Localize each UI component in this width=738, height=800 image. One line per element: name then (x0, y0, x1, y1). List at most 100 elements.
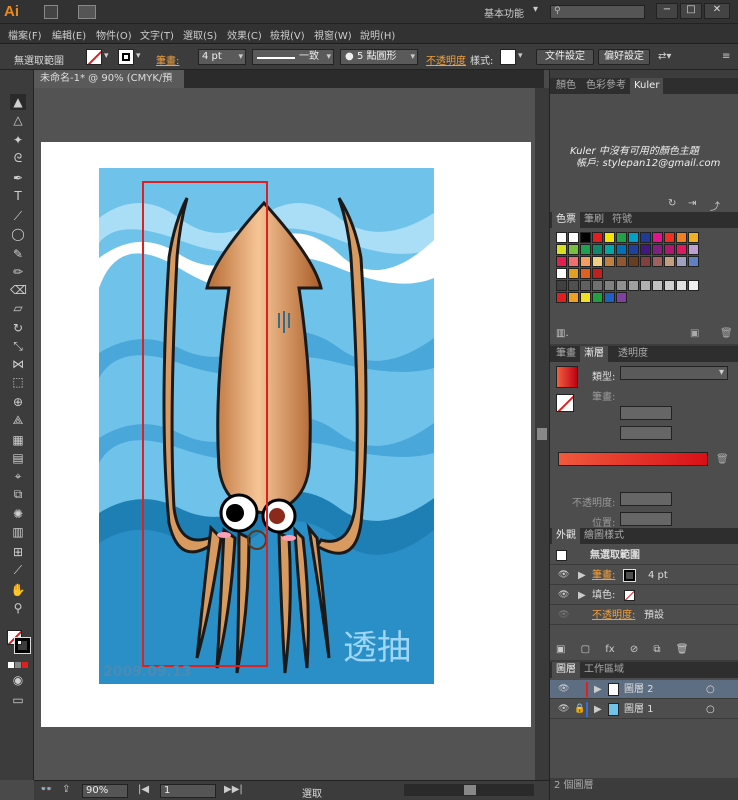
preferences-button[interactable]: 偏好設定 (598, 49, 650, 65)
visibility-eye-icon[interactable]: 👁 (558, 680, 569, 699)
expand-arrow-icon[interactable]: ▶ (578, 566, 586, 585)
swatch[interactable] (688, 256, 699, 267)
swatch[interactable] (592, 292, 603, 303)
refresh-icon[interactable]: ↻ (668, 198, 676, 209)
swatch[interactable] (604, 244, 615, 255)
tab-kuler[interactable]: Kuler (630, 78, 664, 94)
expand-arrow-icon[interactable]: ▶ (578, 586, 586, 605)
fill-swatch[interactable] (86, 49, 102, 65)
swatch[interactable] (616, 292, 627, 303)
swatch[interactable] (652, 280, 663, 291)
swatch[interactable] (568, 232, 579, 243)
menu-file[interactable]: 檔案(F) (8, 27, 42, 42)
arrange-icon[interactable]: ⇄▾ (658, 51, 671, 62)
type-tool-icon[interactable]: T (10, 188, 26, 204)
swatch[interactable] (676, 244, 687, 255)
layer-name[interactable]: 圖層 2 (624, 680, 654, 699)
swatch[interactable] (664, 256, 675, 267)
swatch[interactable] (580, 232, 591, 243)
style-dropdown-icon[interactable]: ▾ (518, 51, 523, 61)
lasso-tool-icon[interactable]: ᘓ (10, 150, 26, 166)
swatch[interactable] (568, 268, 579, 279)
swatch[interactable] (664, 244, 675, 255)
swatch[interactable] (676, 280, 687, 291)
swatch[interactable] (688, 232, 699, 243)
scale-tool-icon[interactable]: ⤡ (10, 338, 26, 354)
swatch[interactable] (580, 292, 591, 303)
aspect-ratio-field[interactable] (620, 426, 672, 440)
gradient-type-dropdown[interactable]: ▾ (620, 366, 728, 380)
stroke-box-icon[interactable] (14, 637, 31, 654)
eraser-tool-icon[interactable]: ▱ (10, 300, 26, 316)
stroke-swatch[interactable] (118, 49, 134, 65)
layer-target-icon[interactable]: ○ (706, 680, 715, 699)
width-tool-icon[interactable]: ⋈ (10, 356, 26, 372)
visibility-eye-icon[interactable]: 👁 (558, 606, 569, 625)
pencil-tool-icon[interactable]: ✏ (10, 264, 26, 280)
search-input[interactable]: ⚲ (550, 5, 645, 19)
swatch[interactable] (592, 280, 603, 291)
swatch[interactable] (556, 292, 567, 303)
tab-artboards[interactable]: 工作區域 (580, 662, 628, 678)
menu-edit[interactable]: 編輯(E) (52, 27, 86, 42)
swatch[interactable] (676, 256, 687, 267)
appearance-opacity-row[interactable]: 👁 不透明度: 預設 (550, 606, 738, 625)
angle-field[interactable] (620, 406, 672, 420)
swatch[interactable] (604, 232, 615, 243)
swatch[interactable] (640, 232, 651, 243)
expand-arrow-icon[interactable]: ▶ (594, 700, 602, 719)
tab-swatches[interactable]: 色票 (552, 212, 580, 228)
swatch[interactable] (616, 232, 627, 243)
swatch[interactable] (688, 280, 699, 291)
swatch[interactable] (652, 232, 663, 243)
slice-tool-icon[interactable]: ⟋ (10, 562, 26, 578)
document-setup-button[interactable]: 文件設定 (536, 49, 594, 65)
swatch[interactable] (592, 268, 603, 279)
swatch[interactable] (556, 232, 567, 243)
stroke-swatch-small[interactable] (623, 569, 636, 582)
swatch[interactable] (664, 280, 675, 291)
swatch[interactable] (604, 292, 615, 303)
tab-gradient[interactable]: 漸層 (580, 346, 608, 362)
menu-select[interactable]: 選取(S) (183, 27, 217, 42)
layer-target-icon[interactable]: ○ (706, 700, 715, 719)
artboard-tool-icon[interactable]: ⊞ (10, 544, 26, 560)
gradient-thumbnail[interactable] (556, 366, 578, 388)
swatch[interactable] (628, 256, 639, 267)
document-tab[interactable]: 未命名-1* @ 90% (CMYK/預視) (34, 70, 184, 102)
appearance-fill-row[interactable]: 👁 ▶ 填色: (550, 586, 738, 605)
tab-color-guide[interactable]: 色彩參考 (582, 78, 630, 94)
appearance-opacity-label[interactable]: 不透明度: (592, 606, 635, 625)
appearance-stroke-label[interactable]: 筆畫: (592, 566, 615, 585)
close-button[interactable]: ✕ (704, 3, 730, 19)
visibility-eye-icon[interactable]: 👁 (558, 586, 569, 605)
arrange-documents-icon[interactable] (78, 5, 96, 19)
swatch[interactable] (580, 268, 591, 279)
delete-swatch-icon[interactable]: 🗑 (720, 328, 733, 339)
appearance-stroke-row[interactable]: 👁 ▶ 筆畫: 4 pt (550, 566, 738, 585)
swatch[interactable] (580, 256, 591, 267)
fill-dropdown-icon[interactable]: ▾ (104, 51, 109, 61)
paintbrush-tool-icon[interactable]: ✎ (10, 246, 26, 262)
zoom-field[interactable]: 90% (82, 784, 128, 798)
lock-icon[interactable]: 🔒 (574, 700, 585, 719)
tab-appearance[interactable]: 外觀 (552, 528, 580, 544)
tab-layers[interactable]: 圖層 (552, 662, 580, 678)
swatch[interactable] (652, 256, 663, 267)
swatch[interactable] (592, 244, 603, 255)
swatch[interactable] (556, 256, 567, 267)
maximize-button[interactable]: □ (680, 3, 702, 19)
menu-object[interactable]: 物件(O) (96, 27, 132, 42)
zoom-tool-icon[interactable]: ⚲ (10, 600, 26, 616)
variable-width-profile[interactable]: 一致 (252, 49, 334, 65)
swatch[interactable] (556, 280, 567, 291)
swatch[interactable] (556, 268, 567, 279)
status-mode[interactable]: 選取 (302, 785, 322, 800)
minimize-button[interactable]: − (656, 3, 678, 19)
free-transform-tool-icon[interactable]: ⬚ (10, 374, 26, 390)
magic-wand-tool-icon[interactable]: ✦ (10, 132, 26, 148)
stroke-label[interactable]: 筆畫: (156, 52, 179, 67)
swatch[interactable] (652, 244, 663, 255)
gradient-tool-icon[interactable]: ▤ (10, 450, 26, 466)
tab-graphic-styles[interactable]: 繪圖樣式 (580, 528, 628, 544)
